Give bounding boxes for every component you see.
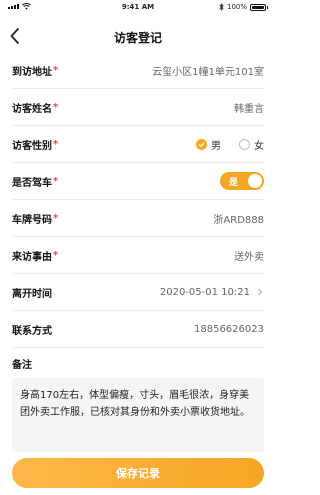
gender-male-label: 男 [211,140,221,152]
gender-row: 访客性别 * 男 女 [12,126,264,163]
gender-label: 访客性别 * [12,138,59,152]
toggle-knob [248,174,262,188]
status-right: 100% [219,3,268,11]
toggle-text: 是 [229,178,239,188]
required-mark: * [53,212,59,224]
plate-row[interactable]: 车牌号码 * 浙ARD888 [12,200,264,237]
nav-bar: 访客登记 [0,18,276,54]
plate-value[interactable]: 浙ARD888 [213,211,264,226]
required-mark: * [53,64,59,76]
driving-toggle[interactable]: 是 [220,172,264,190]
battery-icon [250,3,266,11]
leave-time-label: 离开时间 [12,288,52,300]
reason-value[interactable]: 送外卖 [234,248,264,263]
gender-female-radio[interactable]: 女 [239,137,264,152]
leave-time-value: 2020-05-01 10:21 [159,286,250,298]
required-mark: * [53,138,59,150]
contact-row[interactable]: 联系方式 18856626023 [12,311,264,348]
required-mark: * [53,101,59,113]
chevron-right-icon [258,288,263,296]
remark-textarea[interactable]: 身高170左右，体型偏瘦，寸头，眉毛很浓，身穿美团外卖工作服，已核对其身份和外卖… [12,378,264,452]
remark-label: 备注 [12,360,32,371]
name-value[interactable]: 韩重言 [234,100,264,115]
name-row[interactable]: 访客姓名 * 韩重言 [12,89,264,126]
address-label: 到访地址 * [12,64,59,78]
driving-row: 是否驾车 * 是 [12,163,264,200]
gender-radio-group: 男 女 [196,137,264,152]
reason-row[interactable]: 来访事由 * 送外卖 [12,237,264,274]
page-title: 访客登记 [113,31,162,45]
radio-unchecked-icon [239,138,250,150]
required-mark: * [53,175,59,187]
leave-time-row[interactable]: 离开时间 2020-05-01 10:21 [12,274,264,311]
gender-male-radio[interactable]: 男 [196,137,221,152]
leave-time-picker[interactable]: 2020-05-01 10:21 [160,287,264,298]
save-button[interactable]: 保存记录 [12,458,264,488]
battery-tip [267,5,268,9]
status-bar: 9:41 AM 100% [0,0,276,16]
required-mark: * [53,249,59,261]
driving-label: 是否驾车 * [12,175,59,189]
radio-checked-icon [196,138,207,150]
plate-label: 车牌号码 * [12,212,59,226]
address-value[interactable]: 云玺小区1幢1单元101室 [152,63,264,78]
gender-female-label: 女 [254,140,264,152]
contact-label: 联系方式 [12,325,52,337]
reason-label: 来访事由 * [12,249,59,263]
bluetooth-icon [219,3,224,11]
battery-percent: 100% [226,3,247,11]
address-row[interactable]: 到访地址 * 云玺小区1幢1单元101室 [12,52,264,89]
contact-value[interactable]: 18856626023 [194,324,264,335]
name-label: 访客姓名 * [12,101,59,115]
